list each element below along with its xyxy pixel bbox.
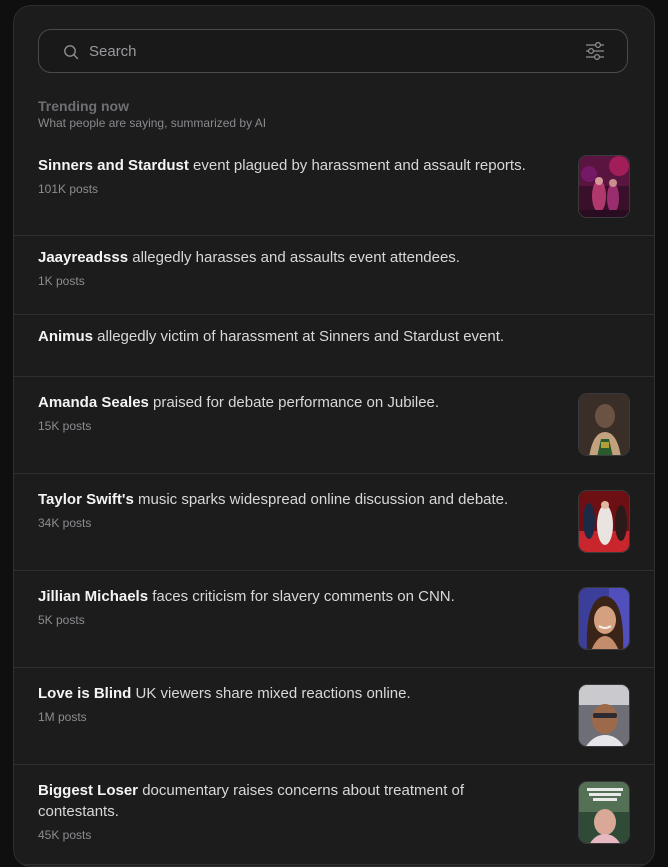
search-icon <box>64 45 79 60</box>
section-subtitle: What people are saying, summarized by AI <box>38 116 267 130</box>
post-count: 1K posts <box>38 274 85 288</box>
post-count: 5K posts <box>38 613 85 627</box>
trending-summary: event plagued by harassment and assault … <box>188 157 526 174</box>
trending-item[interactable]: Animus allegedly victim of harassment at… <box>14 315 654 377</box>
trending-topic: Biggest Loser <box>38 782 139 799</box>
search-bar[interactable] <box>38 29 628 73</box>
trending-summary: faces criticism for slavery comments on … <box>148 588 455 605</box>
trending-summary: UK viewers share mixed reactions online. <box>131 685 411 702</box>
trending-topic: Taylor Swift's <box>38 491 134 508</box>
trending-panel: Trending now What people are saying, sum… <box>13 5 655 867</box>
trending-item[interactable]: Amanda Seales praised for debate perform… <box>14 377 654 474</box>
trending-summary: praised for debate performance on Jubile… <box>148 394 440 411</box>
trending-headline: Biggest Loser documentary raises concern… <box>38 780 548 822</box>
trending-topic: Sinners and Stardust <box>38 157 189 174</box>
trending-thumbnail[interactable] <box>578 587 630 650</box>
trending-summary: music sparks widespread online discussio… <box>133 491 509 508</box>
trending-headline: Sinners and Stardust event plagued by ha… <box>38 155 548 176</box>
trending-thumbnail[interactable] <box>578 155 630 218</box>
trending-headline: Love is Blind UK viewers share mixed rea… <box>38 683 548 704</box>
post-count: 15K posts <box>38 419 92 433</box>
trending-topic: Jillian Michaels <box>38 588 149 605</box>
trending-headline: Taylor Swift's music sparks widespread o… <box>38 489 548 510</box>
trending-headline: Jillian Michaels faces criticism for sla… <box>38 586 548 607</box>
post-count: 101K posts <box>38 182 99 196</box>
section-header: Trending now What people are saying, sum… <box>38 97 266 131</box>
trending-list: Sinners and Stardust event plagued by ha… <box>14 144 654 865</box>
trending-item[interactable]: Biggest Loser documentary raises concern… <box>14 765 654 865</box>
trending-topic: Jaayreadsss <box>38 249 129 266</box>
trending-item[interactable]: Sinners and Stardust event plagued by ha… <box>14 144 654 236</box>
trending-topic: Animus <box>38 328 94 345</box>
trending-thumbnail[interactable] <box>578 781 630 844</box>
trending-headline: Animus allegedly victim of harassment at… <box>38 326 548 347</box>
trending-summary: allegedly victim of harassment at Sinner… <box>93 328 505 345</box>
trending-item[interactable]: Taylor Swift's music sparks widespread o… <box>14 474 654 571</box>
trending-headline: Jaayreadsss allegedly harasses and assau… <box>38 247 548 268</box>
section-title: Trending now <box>38 98 129 114</box>
trending-topic: Love is Blind <box>38 685 132 702</box>
trending-topic: Amanda Seales <box>38 394 149 411</box>
post-count: 34K posts <box>38 516 92 530</box>
trending-thumbnail[interactable] <box>578 684 630 747</box>
trending-summary: allegedly harasses and assaults event at… <box>128 249 460 266</box>
filter-sliders-icon[interactable] <box>585 42 605 60</box>
trending-headline: Amanda Seales praised for debate perform… <box>38 392 548 413</box>
search-input[interactable] <box>89 30 569 72</box>
post-count: 45K posts <box>38 828 92 842</box>
trending-thumbnail[interactable] <box>578 393 630 456</box>
trending-item[interactable]: Jillian Michaels faces criticism for sla… <box>14 571 654 668</box>
trending-item[interactable]: Jaayreadsss allegedly harasses and assau… <box>14 236 654 315</box>
post-count: 1M posts <box>38 710 87 724</box>
trending-thumbnail[interactable] <box>578 490 630 553</box>
trending-item[interactable]: Love is Blind UK viewers share mixed rea… <box>14 668 654 765</box>
